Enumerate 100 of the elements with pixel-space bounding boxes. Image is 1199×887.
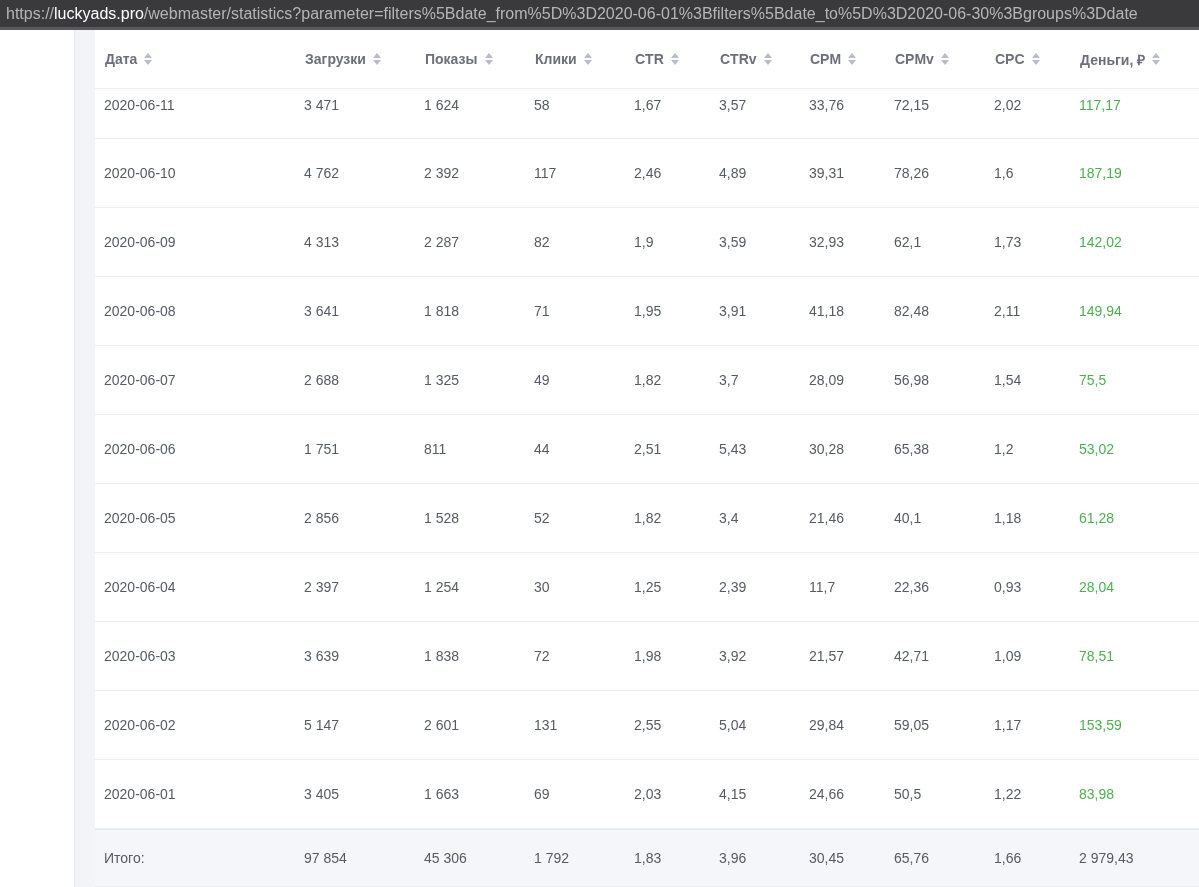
table-cell: 33,76: [809, 97, 845, 113]
table-cell: 2020-06-01: [104, 786, 176, 802]
table-cell: 3,91: [719, 303, 747, 319]
table-cell: 71: [534, 303, 550, 319]
table-cell: 2020-06-11: [104, 97, 175, 113]
table-cell: 53,02: [1079, 441, 1115, 457]
table-cell: 2020-06-10: [104, 165, 176, 181]
sort-icon: [372, 53, 381, 65]
table-cell: 1 624: [424, 97, 460, 113]
table-cell: 72,15: [894, 97, 930, 113]
table-cell: 2,51: [634, 441, 662, 457]
table-cell: 50,5: [894, 786, 922, 802]
table-cell: 2 856: [304, 510, 340, 526]
table-cell: 2020-06-08: [104, 303, 176, 319]
table-cell: 3 471: [304, 97, 340, 113]
table-cell: 21,46: [809, 510, 845, 526]
total-cell: 97 854: [304, 850, 347, 866]
column-header[interactable]: Показы: [415, 51, 493, 67]
table-cell: 78,51: [1079, 648, 1115, 664]
table-cell: 72: [534, 648, 550, 664]
table-cell: 3,57: [719, 97, 747, 113]
table-cell: 153,59: [1079, 717, 1122, 733]
table-cell: 75,5: [1079, 372, 1107, 388]
column-header[interactable]: Деньги, ₽: [1070, 49, 1161, 69]
table-cell: 117: [534, 165, 557, 181]
sort-icon: [940, 53, 949, 65]
table-cell: 1,67: [634, 97, 662, 113]
total-cell: 2 979,43: [1079, 850, 1134, 866]
column-header[interactable]: CTRv: [710, 51, 772, 67]
table-cell: 2020-06-03: [104, 648, 176, 664]
table-cell: 2020-06-09: [104, 234, 176, 250]
table-cell: 1,25: [634, 579, 662, 595]
sort-icon: [763, 53, 772, 65]
table-cell: 2020-06-07: [104, 372, 176, 388]
table-cell: 2 601: [424, 717, 460, 733]
table-cell: 2 397: [304, 579, 340, 595]
table-cell: 1,17: [994, 717, 1022, 733]
table-cell: 24,66: [809, 786, 845, 802]
table-cell: 2020-06-02: [104, 717, 176, 733]
column-header[interactable]: CPMv: [885, 51, 949, 67]
table-cell: 2020-06-06: [104, 441, 176, 457]
table-cell: 59,05: [894, 717, 930, 733]
table-cell: 2 688: [304, 372, 340, 388]
table-cell: 3,59: [719, 234, 747, 250]
table-cell: 4 313: [304, 234, 340, 250]
column-header[interactable]: CPC: [985, 51, 1040, 67]
table-cell: 2,02: [994, 97, 1022, 113]
table-cell: 4 762: [304, 165, 340, 181]
table-cell: 3 641: [304, 303, 340, 319]
table-cell: 1 663: [424, 786, 460, 802]
table-cell: 2 287: [424, 234, 460, 250]
table-cell: 1,22: [994, 786, 1022, 802]
table-cell: 83,98: [1079, 786, 1115, 802]
table-cell: 4,15: [719, 786, 747, 802]
table-cell: 1 838: [424, 648, 460, 664]
table-cell: 3,92: [719, 648, 747, 664]
column-header[interactable]: CTR: [625, 51, 679, 67]
table-cell: 1,2: [994, 441, 1014, 457]
address-bar[interactable]: https://luckyads.pro/webmaster/statistics?parameter=filters%5Bdate_from%5D%3D2020-06-01%3Bfilters%5Bdate_to%5D%3D2020-06-30%3Bgroups%3Ddate: [0, 0, 1199, 30]
sort-icon: [848, 53, 857, 65]
table-cell: 2,46: [634, 165, 662, 181]
table-cell: 5,43: [719, 441, 747, 457]
table-cell: 28,04: [1079, 579, 1115, 595]
table-cell: 5 147: [304, 717, 340, 733]
total-cell: 1 792: [534, 850, 570, 866]
table-cell: 69: [534, 786, 550, 802]
table-cell: 117,17: [1079, 97, 1121, 113]
table-cell: 3 405: [304, 786, 340, 802]
table-cell: 3 639: [304, 648, 340, 664]
table-cell: 82: [534, 234, 550, 250]
table-cell: 30,28: [809, 441, 845, 457]
table-cell: 1,82: [634, 510, 662, 526]
table-cell: 42,71: [894, 648, 930, 664]
table-cell: 3,7: [719, 372, 739, 388]
total-cell: 1,66: [994, 850, 1022, 866]
table-cell: 1 751: [304, 441, 340, 457]
table-cell: 2,39: [719, 579, 747, 595]
total-cell: 1,83: [634, 850, 662, 866]
sort-icon: [583, 53, 592, 65]
total-cell: Итого:: [104, 850, 145, 866]
table-cell: 1,9: [634, 234, 654, 250]
table-cell: 1 818: [424, 303, 460, 319]
table-cell: 2020-06-04: [104, 579, 176, 595]
table-cell: 1,95: [634, 303, 662, 319]
table-cell: 2,03: [634, 786, 662, 802]
column-header[interactable]: Загрузки: [295, 51, 381, 67]
table-cell: 2,11: [994, 303, 1021, 319]
table-cell: 29,84: [809, 717, 845, 733]
column-header[interactable]: Клики: [525, 51, 592, 67]
table-cell: 11,7: [809, 579, 836, 595]
table-cell: 39,31: [809, 165, 845, 181]
table-cell: 40,1: [894, 510, 922, 526]
table-cell: 5,04: [719, 717, 747, 733]
table-cell: 58: [534, 97, 550, 113]
column-header[interactable]: CPM: [800, 51, 857, 67]
table-cell: 1 528: [424, 510, 460, 526]
table-cell: 22,36: [894, 579, 930, 595]
column-header[interactable]: Дата: [95, 51, 153, 67]
table-cell: 2020-06-05: [104, 510, 176, 526]
sort-icon: [144, 53, 153, 65]
